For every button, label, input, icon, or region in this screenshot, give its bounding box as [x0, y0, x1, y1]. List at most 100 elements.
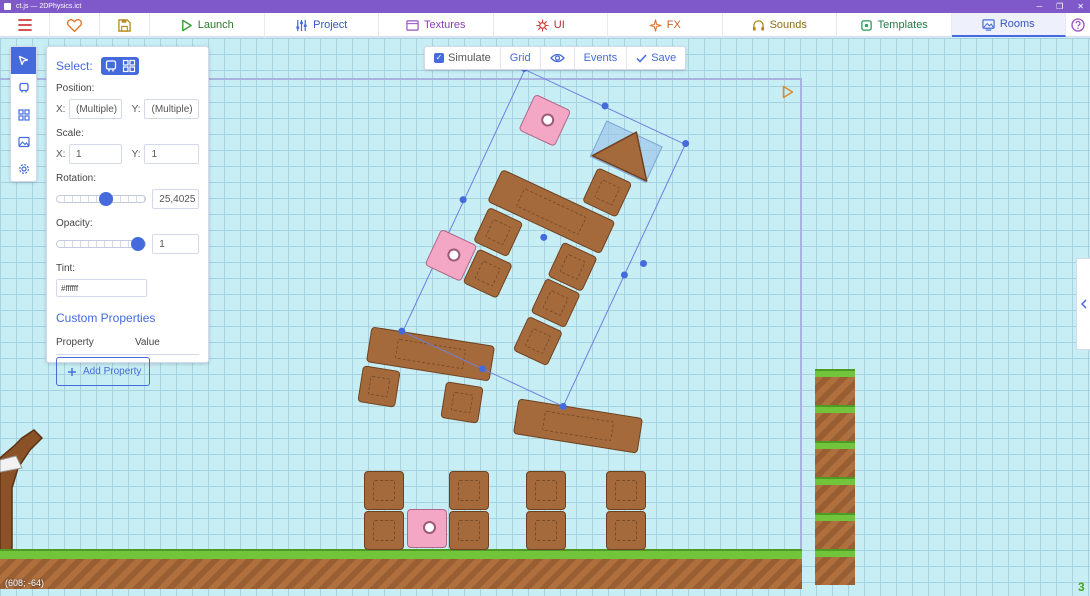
side-panel-toggle[interactable] — [1076, 258, 1090, 350]
play-marker-icon[interactable] — [782, 85, 794, 99]
rotation-slider-knob[interactable] — [99, 192, 114, 206]
template-icon — [18, 82, 29, 92]
visibility-button[interactable] — [541, 47, 575, 69]
tab-textures[interactable]: Textures — [379, 13, 494, 37]
save-button[interactable]: Save — [627, 47, 685, 69]
column-header-property: Property — [56, 337, 94, 348]
crate[interactable] — [449, 471, 489, 510]
window-title: ct.js — 2DPhysics.ict — [16, 3, 82, 10]
position-y-input[interactable]: (Multiple) — [144, 99, 199, 119]
rotation-input[interactable]: 25,4025 — [152, 189, 199, 209]
help-icon — [1071, 18, 1085, 32]
tab-fx[interactable]: FX — [608, 13, 723, 37]
main-tab-bar: Launch Project Textures UI FX Sounds Tem… — [0, 13, 1090, 37]
checkbox-checked-icon[interactable]: ✓ — [434, 53, 444, 63]
crate[interactable] — [606, 471, 646, 510]
tab-label: Sounds — [769, 19, 807, 31]
opacity-slider[interactable] — [56, 237, 147, 251]
eye-icon — [549, 53, 565, 63]
grid-button[interactable]: Grid — [501, 47, 541, 69]
tool-select[interactable] — [11, 47, 36, 74]
scale-x-input[interactable]: 1 — [69, 144, 122, 164]
crate[interactable] — [526, 471, 566, 510]
tool-tiles[interactable] — [11, 101, 36, 128]
tab-label: Rooms — [999, 18, 1035, 30]
grass-block[interactable] — [815, 369, 855, 405]
menu-button[interactable] — [0, 13, 50, 37]
rotation-slider[interactable] — [56, 192, 147, 206]
crate[interactable] — [449, 511, 489, 550]
crate[interactable] — [606, 511, 646, 550]
tint-input[interactable]: #ffffff — [56, 279, 147, 297]
simulate-label: Simulate — [448, 52, 491, 64]
tool-copies[interactable] — [11, 74, 36, 101]
restore-icon[interactable]: ❐ — [1056, 0, 1063, 13]
headphones-icon — [752, 19, 764, 31]
tab-label: UI — [553, 19, 565, 31]
grid-icon[interactable] — [122, 59, 136, 73]
position-row: X: (Multiple) Y: (Multiple) — [56, 99, 199, 119]
crate[interactable] — [364, 511, 404, 550]
minimize-icon[interactable]: ─ — [1036, 0, 1042, 13]
custom-properties-title: Custom Properties — [56, 311, 156, 325]
crate[interactable] — [364, 471, 404, 510]
tab-label: Launch — [197, 19, 234, 31]
simulate-toggle[interactable]: ✓ Simulate — [425, 47, 501, 69]
window-controls: ─ ❐ ✕ — [1036, 0, 1084, 13]
tab-label: FX — [666, 19, 681, 31]
ui-icon — [536, 18, 549, 32]
counter-badge: 3 — [1078, 580, 1085, 594]
events-button[interactable]: Events — [575, 47, 628, 69]
grass-block[interactable] — [815, 441, 855, 477]
position-x-input[interactable]: (Multiple) — [69, 99, 122, 119]
grass-block[interactable] — [815, 513, 855, 549]
grid-label: Grid — [509, 52, 531, 64]
rotation-handle[interactable] — [640, 260, 647, 267]
grass-block[interactable] — [815, 549, 855, 585]
play-icon — [181, 19, 192, 31]
opacity-slider-knob[interactable] — [131, 237, 146, 251]
favorite-button[interactable] — [50, 13, 100, 37]
room-icon — [982, 18, 995, 31]
opacity-input[interactable]: 1 — [152, 234, 199, 254]
tool-settings[interactable] — [11, 155, 36, 182]
tab-rooms[interactable]: Rooms — [951, 13, 1066, 37]
scene-toolbar: ✓ Simulate Grid Events Save — [424, 46, 687, 70]
ground-strip — [0, 549, 802, 589]
grass-block[interactable] — [815, 477, 855, 513]
crate[interactable] — [526, 511, 566, 550]
crate[interactable] — [357, 365, 401, 408]
rotation-row: 25,4025 — [56, 189, 199, 209]
texture-icon — [406, 19, 419, 31]
close-icon[interactable]: ✕ — [1077, 0, 1084, 13]
help-button[interactable] — [1066, 13, 1090, 37]
window-title-bar: ct.js — 2DPhysics.ict ─ ❐ ✕ — [0, 0, 1090, 13]
template-icon[interactable] — [104, 59, 118, 73]
tint-label: Tint: — [56, 263, 76, 274]
plus-icon — [68, 367, 76, 376]
sparkle-icon — [649, 18, 662, 32]
gear-icon — [18, 163, 29, 174]
rotation-label: Rotation: — [56, 173, 97, 184]
tab-sounds[interactable]: Sounds — [723, 13, 837, 37]
opacity-row: 1 — [56, 234, 199, 254]
tab-label: Project — [313, 19, 348, 31]
save-project-button[interactable] — [100, 13, 150, 37]
tool-backgrounds[interactable] — [11, 128, 36, 155]
scale-row: X: 1 Y: 1 — [56, 144, 199, 164]
tab-project[interactable]: Project — [265, 13, 379, 37]
grass-block[interactable] — [815, 405, 855, 441]
tab-ui[interactable]: UI — [494, 13, 608, 37]
add-property-button[interactable]: Add Property — [56, 357, 150, 386]
tab-launch[interactable]: Launch — [150, 13, 265, 37]
pig-target[interactable] — [407, 509, 447, 548]
tab-templates[interactable]: Templates — [837, 13, 952, 37]
tab-label: Textures — [423, 19, 466, 31]
crate[interactable] — [440, 381, 484, 424]
properties-panel: Select: Position: X: (Multiple) Y: (Mult… — [46, 46, 209, 386]
scale-y-input[interactable]: 1 — [144, 144, 199, 164]
check-icon — [636, 53, 647, 63]
sliders-icon — [296, 19, 307, 31]
slingshot-sprite — [0, 429, 44, 553]
x-label: X: — [56, 103, 66, 115]
